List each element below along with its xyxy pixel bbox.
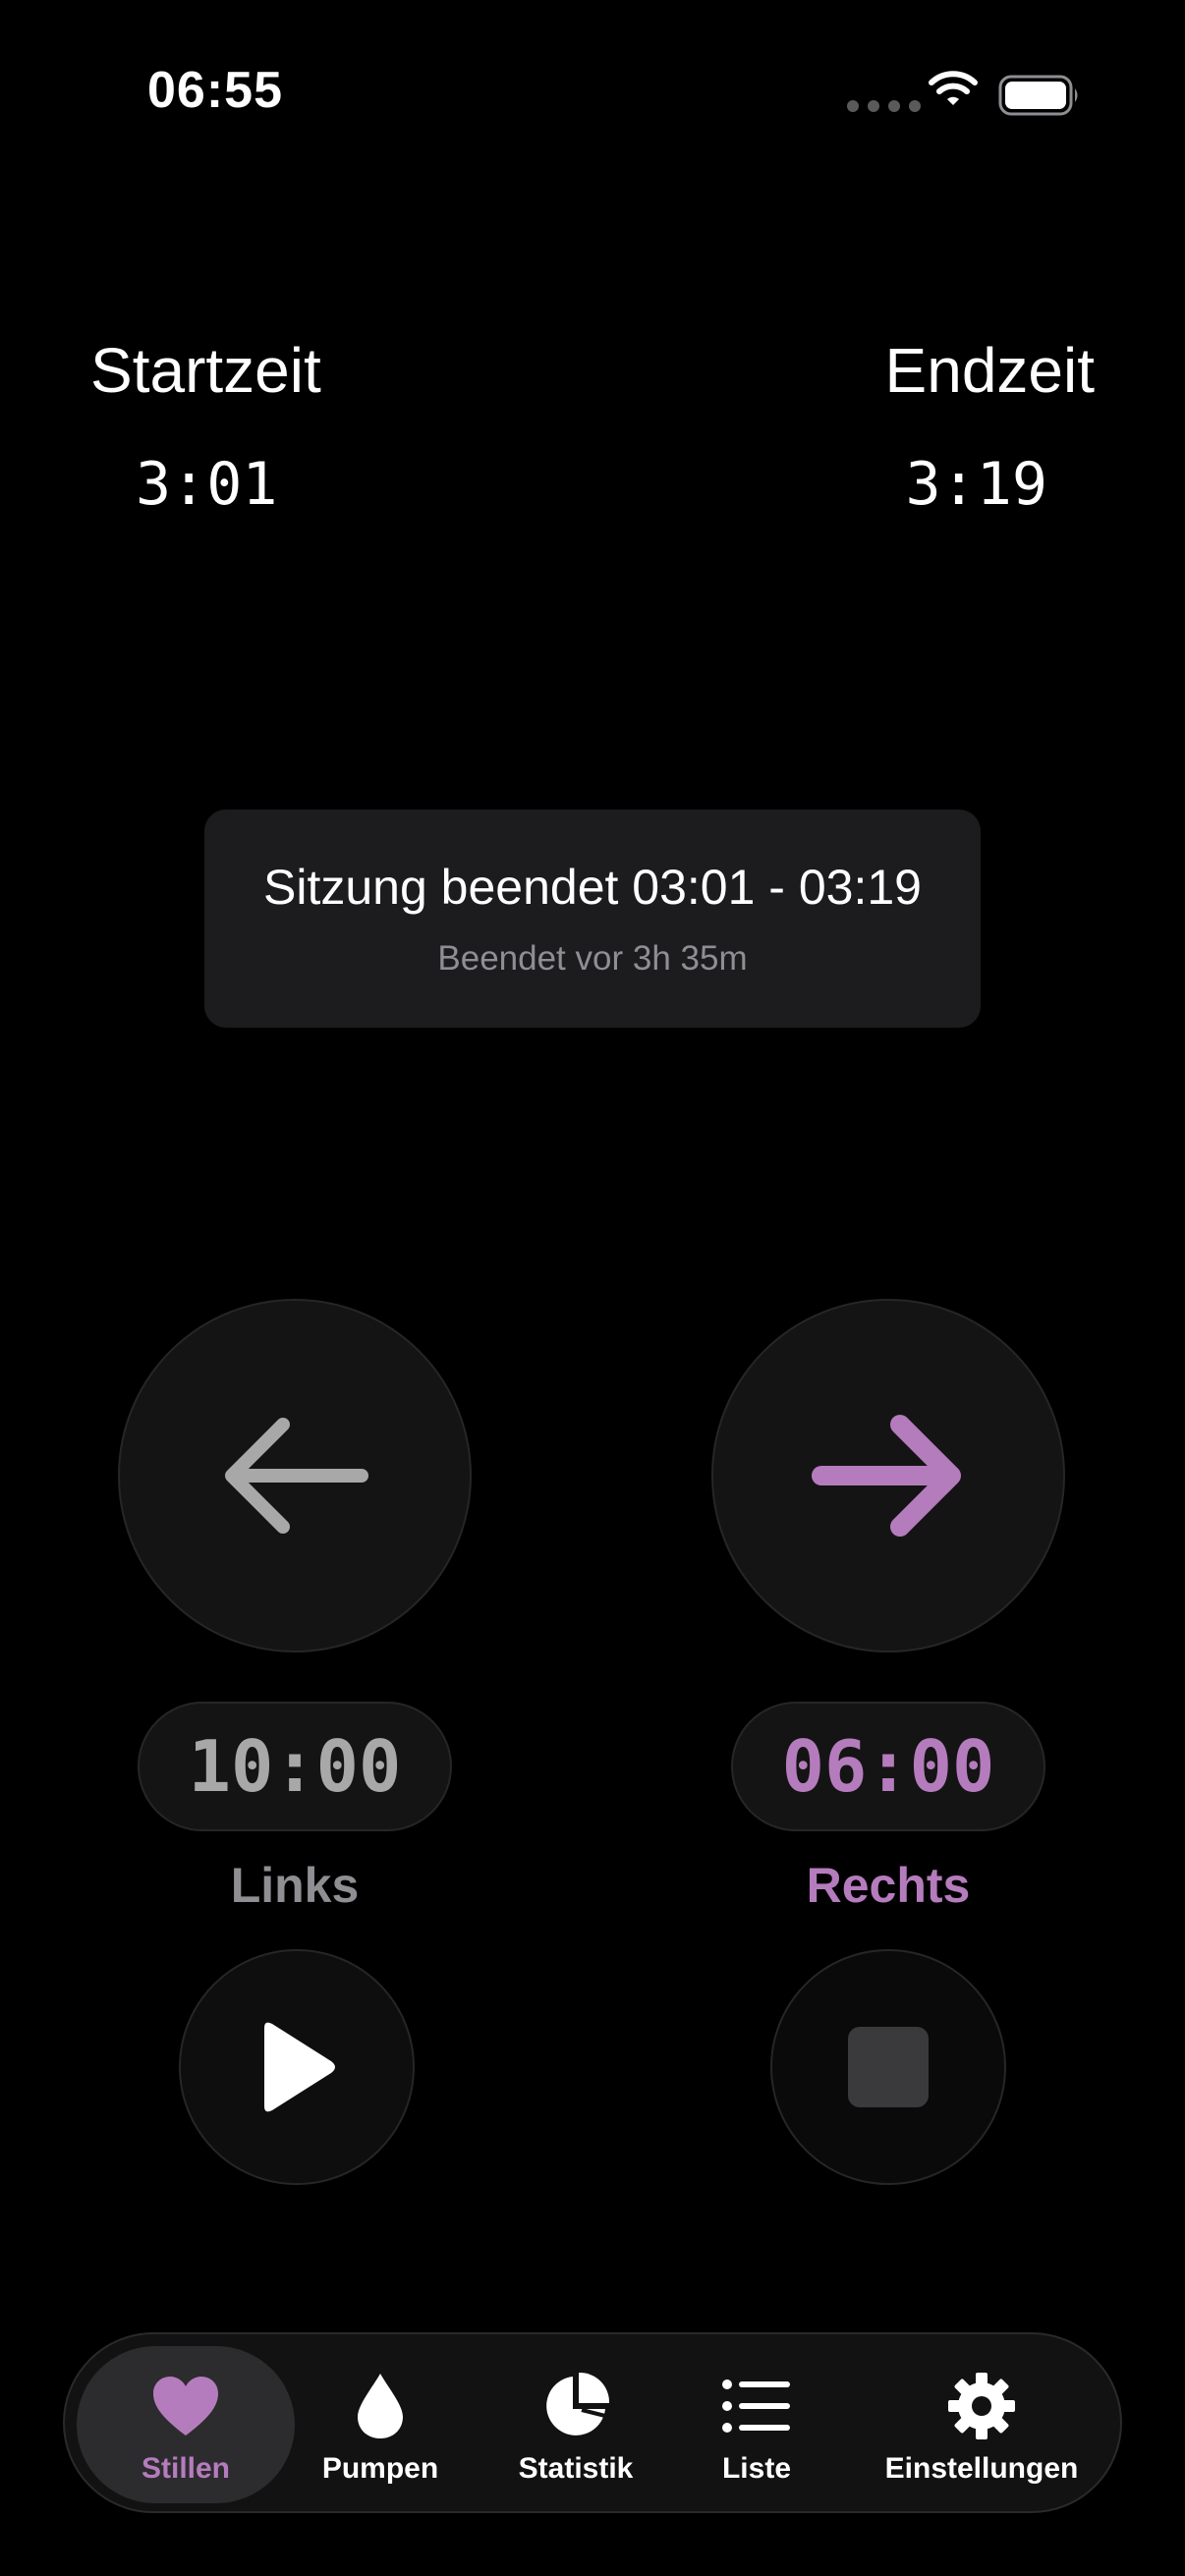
play-button[interactable] [179, 1949, 415, 2185]
right-side-button[interactable] [711, 1299, 1065, 1652]
tab-liste[interactable]: Liste [688, 2346, 825, 2503]
end-time-value[interactable]: 3:19 [906, 450, 1048, 519]
start-time-label: Startzeit [90, 335, 321, 406]
tab-bar: Stillen Pumpen Statistik Liste Einstellu… [63, 2332, 1122, 2513]
arrow-right-icon [812, 1415, 961, 1537]
status-time: 06:55 [147, 62, 283, 119]
tab-pumpen[interactable]: Pumpen [307, 2346, 454, 2503]
tab-label: Stillen [141, 2452, 230, 2485]
heart-icon [153, 2377, 218, 2436]
tab-label: Pumpen [321, 2452, 439, 2485]
stop-icon [848, 2027, 929, 2107]
tab-label: Statistik [518, 2452, 634, 2485]
stop-button[interactable] [770, 1949, 1006, 2185]
session-title: Sitzung beendet 03:01 - 03:19 [263, 860, 922, 915]
drop-icon [358, 2374, 403, 2438]
cellular-signal-icon [847, 100, 921, 112]
session-subtitle: Beendet vor 3h 35m [437, 939, 748, 978]
left-side-label: Links [230, 1858, 360, 1913]
gear-icon [948, 2373, 1015, 2439]
tab-einstellungen[interactable]: Einstellungen [859, 2346, 1104, 2503]
play-icon [264, 2022, 335, 2112]
tab-label: Einstellungen [884, 2452, 1079, 2485]
tab-statistik[interactable]: Statistik [485, 2346, 666, 2503]
arrow-left-icon [225, 1418, 368, 1534]
right-timer: 06:00 [731, 1702, 1045, 1831]
pie-chart-icon [546, 2372, 610, 2436]
left-timer: 10:00 [138, 1702, 452, 1831]
right-side-label: Rechts [806, 1858, 971, 1913]
list-icon [722, 2380, 790, 2433]
tab-stillen[interactable]: Stillen [77, 2346, 295, 2503]
wifi-icon [929, 71, 978, 105]
left-side-button[interactable] [118, 1299, 472, 1652]
start-time-value[interactable]: 3:01 [136, 450, 278, 519]
session-summary-card: Sitzung beendet 03:01 - 03:19 Beendet vo… [204, 810, 981, 1028]
tab-label: Liste [721, 2452, 792, 2485]
battery-icon [998, 75, 1078, 116]
end-time-label: Endzeit [884, 335, 1095, 406]
